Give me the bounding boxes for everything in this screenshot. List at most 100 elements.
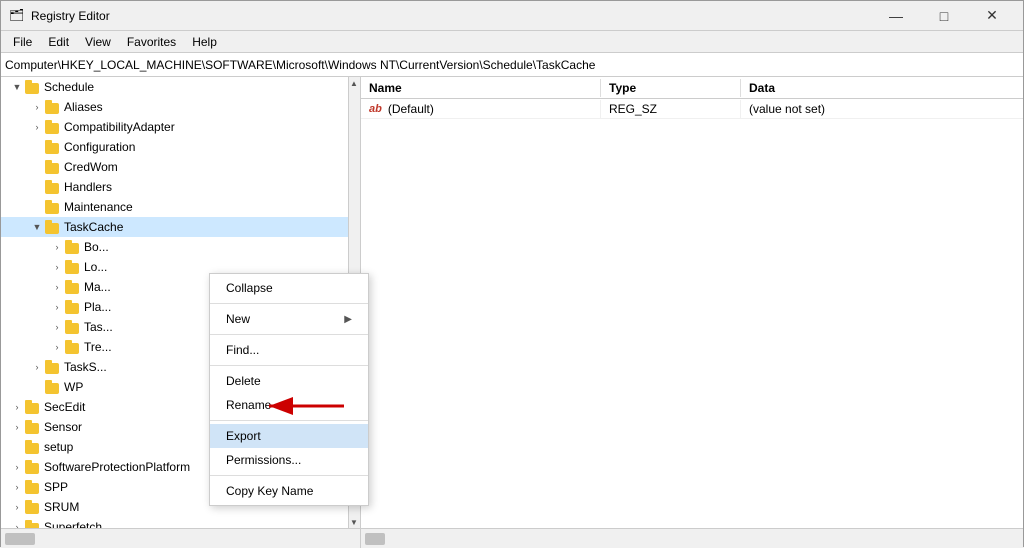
tree-label-aliases: Aliases	[64, 100, 103, 114]
ctx-find[interactable]: Find...	[210, 338, 368, 362]
value-name: (Default)	[388, 102, 434, 116]
expand-icon-spp-platform: ›	[9, 459, 25, 475]
tree-label-schedule: Schedule	[44, 80, 94, 94]
tree-label-superfetch: Superfetch	[44, 520, 102, 528]
folder-icon-wp	[45, 380, 61, 394]
expand-icon-superfetch: ›	[9, 519, 25, 528]
tree-label-credwom: CredWom	[64, 160, 118, 174]
folder-icon-lo	[65, 260, 81, 274]
cell-data-default: (value not set)	[741, 100, 1023, 118]
folder-icon-schedule	[25, 80, 41, 94]
tree-hscrollbar[interactable]	[1, 529, 361, 548]
expand-icon-bo: ›	[49, 239, 65, 255]
tree-label-lo: Lo...	[84, 260, 107, 274]
expand-icon-compatibilityadapter: ›	[29, 119, 45, 135]
minimize-button[interactable]: —	[873, 1, 919, 31]
tree-item-aliases[interactable]: › Aliases	[1, 97, 360, 117]
ctx-delete-label: Delete	[226, 374, 261, 388]
tree-label-maintenance: Maintenance	[64, 200, 133, 214]
ctx-permissions[interactable]: Permissions...	[210, 448, 368, 472]
tree-item-configuration[interactable]: Configuration	[1, 137, 360, 157]
folder-icon-ma	[65, 280, 81, 294]
menu-favorites[interactable]: Favorites	[119, 33, 184, 51]
tree-label-tas: Tas...	[84, 320, 113, 334]
folder-icon-srum	[25, 500, 41, 514]
folder-icon-pla	[65, 300, 81, 314]
details-header: Name Type Data	[361, 77, 1023, 99]
menu-view[interactable]: View	[77, 33, 119, 51]
right-hscroll-thumb[interactable]	[365, 533, 385, 545]
folder-icon-sensor	[25, 420, 41, 434]
context-menu: Collapse New ▶ Find... Delete Rename Exp…	[209, 273, 369, 506]
ctx-copy-key-name[interactable]: Copy Key Name	[210, 479, 368, 503]
ctx-delete[interactable]: Delete	[210, 369, 368, 393]
red-arrow-indicator	[259, 394, 349, 421]
app-icon: 🗂	[9, 8, 25, 24]
title-bar: 🗂 Registry Editor — □ ✕	[1, 1, 1023, 31]
ctx-export[interactable]: Export	[210, 424, 368, 448]
menu-file[interactable]: File	[5, 33, 40, 51]
ctx-separator-2	[210, 334, 368, 335]
folder-icon-tasks	[45, 360, 61, 374]
title-controls: — □ ✕	[873, 1, 1015, 31]
maximize-button[interactable]: □	[921, 1, 967, 31]
ctx-collapse-label: Collapse	[226, 281, 273, 295]
tree-label-tasks: TaskS...	[64, 360, 107, 374]
tree-item-bo[interactable]: › Bo...	[1, 237, 360, 257]
scrollbar-down-arrow[interactable]: ▼	[348, 516, 360, 528]
folder-icon-superfetch	[25, 520, 41, 528]
expand-icon-taskcache: ▼	[29, 219, 45, 235]
expand-icon-lo: ›	[49, 259, 65, 275]
right-hscrollbar[interactable]	[361, 529, 1023, 548]
folder-icon-taskcache	[45, 220, 61, 234]
folder-icon-bo	[65, 240, 81, 254]
tree-hscroll-thumb[interactable]	[5, 533, 35, 545]
table-row[interactable]: ab (Default) REG_SZ (value not set)	[361, 99, 1023, 119]
expand-icon-ma: ›	[49, 279, 65, 295]
ctx-new[interactable]: New ▶	[210, 307, 368, 331]
value-icon: ab	[369, 103, 382, 115]
folder-icon-spp-platform	[25, 460, 41, 474]
tree-item-taskcache[interactable]: ▼ TaskCache	[1, 217, 360, 237]
menu-bar: File Edit View Favorites Help	[1, 31, 1023, 53]
tree-item-maintenance[interactable]: Maintenance	[1, 197, 360, 217]
tree-label-secedit: SecEdit	[44, 400, 85, 414]
folder-icon-configuration	[45, 140, 61, 154]
ctx-collapse[interactable]: Collapse	[210, 276, 368, 300]
scrollbar-up-arrow[interactable]: ▲	[348, 77, 360, 89]
tree-label-sensor: Sensor	[44, 420, 82, 434]
tree-item-credwom[interactable]: CredWom	[1, 157, 360, 177]
tree-label-spp-platform: SoftwareProtectionPlatform	[44, 460, 190, 474]
app-title: Registry Editor	[31, 9, 110, 23]
tree-label-tre: Tre...	[84, 340, 112, 354]
tree-item-schedule[interactable]: ▼ Schedule	[1, 77, 360, 97]
tree-label-setup: setup	[44, 440, 73, 454]
folder-icon-tas	[65, 320, 81, 334]
ctx-permissions-label: Permissions...	[226, 453, 301, 467]
col-header-name: Name	[361, 79, 601, 97]
folder-icon-secedit	[25, 400, 41, 414]
folder-icon-tre	[65, 340, 81, 354]
close-button[interactable]: ✕	[969, 1, 1015, 31]
expand-icon-tas: ›	[49, 319, 65, 335]
tree-label-handlers: Handlers	[64, 180, 112, 194]
ctx-new-arrow: ▶	[344, 314, 352, 325]
tree-item-compatibilityadapter[interactable]: › CompatibilityAdapter	[1, 117, 360, 137]
menu-help[interactable]: Help	[184, 33, 225, 51]
ctx-separator-3	[210, 365, 368, 366]
folder-icon-spp	[25, 480, 41, 494]
col-header-type: Type	[601, 79, 741, 97]
ctx-new-label: New	[226, 312, 250, 326]
expand-icon-credwom	[29, 159, 45, 175]
title-bar-left: 🗂 Registry Editor	[9, 8, 110, 24]
tree-item-superfetch[interactable]: › Superfetch	[1, 517, 360, 528]
ctx-export-label: Export	[226, 429, 261, 443]
ctx-separator-1	[210, 303, 368, 304]
address-path: Computer\HKEY_LOCAL_MACHINE\SOFTWARE\Mic…	[5, 58, 595, 72]
folder-icon-compatibilityadapter	[45, 120, 61, 134]
expand-icon-setup	[9, 439, 25, 455]
tree-label-srum: SRUM	[44, 500, 79, 514]
menu-edit[interactable]: Edit	[40, 33, 77, 51]
tree-item-handlers[interactable]: Handlers	[1, 177, 360, 197]
cell-type-default: REG_SZ	[601, 100, 741, 118]
